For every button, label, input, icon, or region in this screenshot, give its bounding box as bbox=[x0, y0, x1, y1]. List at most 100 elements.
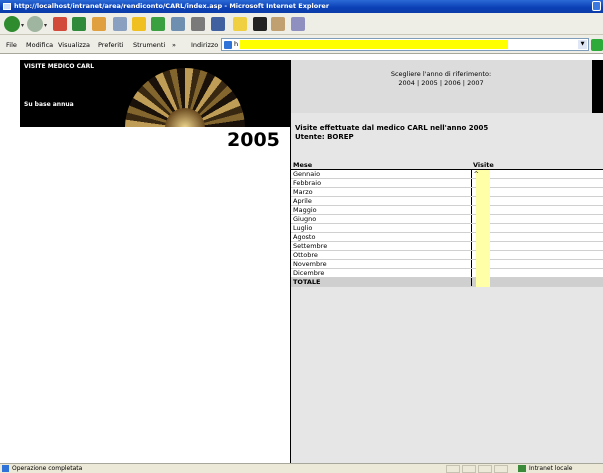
total-row: TOTALE bbox=[291, 277, 603, 287]
security-zone: Intranet locale bbox=[529, 465, 573, 472]
month-cell: Agosto bbox=[291, 232, 472, 242]
visits-cell bbox=[471, 205, 603, 215]
address-highlight bbox=[240, 40, 508, 49]
forward-dropdown-icon[interactable]: ▾ bbox=[44, 22, 47, 29]
banner: VISITE MEDICO CARL Su base annua bbox=[20, 60, 290, 127]
visits-table: Mese Visite Gennaio ^ Febbraio Marzo Aprile M… bbox=[291, 161, 603, 287]
visits-cell bbox=[471, 187, 603, 197]
page-icon bbox=[224, 41, 232, 49]
table-row: Febbraio bbox=[291, 178, 603, 188]
menu-strumenti[interactable]: Strumenti bbox=[133, 41, 165, 49]
year-link-2006[interactable]: 2006 bbox=[444, 79, 461, 87]
visits-highlight bbox=[475, 278, 490, 287]
status-pane bbox=[462, 465, 476, 473]
mail-icon[interactable] bbox=[171, 17, 185, 31]
year-link-2005[interactable]: 2005 bbox=[421, 79, 438, 87]
minimize-button[interactable] bbox=[592, 1, 601, 11]
address-label: Indirizzo bbox=[191, 41, 219, 49]
menu-bar: File Modifica Visualizza Preferiti Strum… bbox=[0, 35, 603, 54]
menu-file[interactable]: File bbox=[6, 41, 17, 49]
table-row: Gennaio ^ bbox=[291, 169, 603, 179]
edit-icon[interactable] bbox=[211, 17, 225, 31]
year-separator: | bbox=[439, 79, 443, 87]
visits-cell bbox=[471, 241, 603, 251]
month-cell: Dicembre bbox=[291, 268, 472, 278]
total-cell bbox=[471, 277, 603, 287]
report-user: Utente: BOREP bbox=[295, 133, 354, 141]
forward-icon[interactable] bbox=[27, 16, 43, 32]
go-icon[interactable] bbox=[591, 39, 603, 51]
visits-cell: ^ bbox=[471, 169, 603, 179]
table-row: Maggio bbox=[291, 205, 603, 215]
history-icon[interactable] bbox=[151, 17, 165, 31]
menu-visualizza[interactable]: Visualizza bbox=[58, 41, 90, 49]
messenger-icon[interactable] bbox=[291, 17, 305, 31]
address-bar[interactable]: h ▼ bbox=[221, 38, 589, 51]
toolbar: ▾ ▾ bbox=[0, 13, 603, 35]
intranet-zone-icon bbox=[518, 465, 526, 472]
month-cell: Luglio bbox=[291, 223, 472, 233]
table-row: Luglio bbox=[291, 223, 603, 233]
address-input[interactable]: h bbox=[234, 40, 238, 48]
research-icon[interactable] bbox=[271, 17, 285, 31]
year-link-2004[interactable]: 2004 bbox=[398, 79, 415, 87]
year-selector-header: Scegliere l'anno di riferimento: 2004 | … bbox=[291, 60, 603, 113]
month-cell: Novembre bbox=[291, 259, 472, 269]
month-cell: Gennaio bbox=[291, 169, 472, 179]
stop-icon[interactable] bbox=[53, 17, 67, 31]
banner-subtitle: Su base annua bbox=[24, 101, 74, 108]
year-link-2007[interactable]: 2007 bbox=[467, 79, 484, 87]
folder-icon[interactable] bbox=[233, 17, 247, 31]
browser-window: http://localhost/intranet/area/rendicont… bbox=[0, 0, 603, 473]
title-bar: http://localhost/intranet/area/rendicont… bbox=[0, 0, 603, 13]
menu-preferiti[interactable]: Preferiti bbox=[98, 41, 123, 49]
total-label: TOTALE bbox=[291, 277, 472, 287]
h-icon[interactable] bbox=[253, 17, 267, 31]
address-dropdown-icon[interactable]: ▼ bbox=[578, 40, 587, 49]
visits-cell bbox=[471, 259, 603, 269]
back-dropdown-icon[interactable]: ▾ bbox=[21, 22, 24, 29]
status-page-icon bbox=[2, 465, 9, 472]
month-cell: Maggio bbox=[291, 205, 472, 215]
report-panel: Scegliere l'anno di riferimento: 2004 | … bbox=[290, 60, 603, 463]
refresh-icon[interactable] bbox=[72, 17, 86, 31]
status-pane bbox=[494, 465, 508, 473]
table-row: Agosto bbox=[291, 232, 603, 242]
home-icon[interactable] bbox=[92, 17, 106, 31]
column-header-visite: Visite bbox=[471, 161, 603, 170]
window-title: http://localhost/intranet/area/rendicont… bbox=[14, 2, 330, 10]
year-links: 2004 | 2005 | 2006 | 2007 bbox=[291, 79, 591, 87]
table-row: Giugno bbox=[291, 214, 603, 224]
selected-year: 2005 bbox=[227, 129, 280, 151]
status-pane bbox=[446, 465, 460, 473]
search-icon[interactable] bbox=[113, 17, 127, 31]
month-cell: Marzo bbox=[291, 187, 472, 197]
menu-overflow-chevron[interactable]: » bbox=[172, 41, 176, 49]
month-cell: Giugno bbox=[291, 214, 472, 224]
month-cell: Febbraio bbox=[291, 178, 472, 188]
visits-cell bbox=[471, 268, 603, 278]
table-row: Marzo bbox=[291, 187, 603, 197]
column-header-mese: Mese bbox=[291, 161, 471, 170]
year-separator: | bbox=[462, 79, 465, 87]
month-cell: Settembre bbox=[291, 241, 472, 251]
status-pane bbox=[478, 465, 492, 473]
favorites-icon[interactable] bbox=[132, 17, 146, 31]
back-icon[interactable] bbox=[4, 16, 20, 32]
month-cell: Ottobre bbox=[291, 250, 472, 260]
visits-cell bbox=[471, 223, 603, 233]
banner-title: VISITE MEDICO CARL bbox=[24, 63, 95, 70]
report-heading: Visite effettuate dal medico CARL nell'a… bbox=[295, 124, 489, 132]
table-row: Novembre bbox=[291, 259, 603, 269]
menu-modifica[interactable]: Modifica bbox=[26, 41, 53, 49]
year-select-label: Scegliere l'anno di riferimento: bbox=[390, 70, 492, 78]
visits-cell bbox=[471, 196, 603, 206]
table-row: Ottobre bbox=[291, 250, 603, 260]
year-separator: | bbox=[416, 79, 420, 87]
ie-icon bbox=[3, 3, 11, 10]
print-icon[interactable] bbox=[191, 17, 205, 31]
visits-cell bbox=[471, 232, 603, 242]
table-row: Settembre bbox=[291, 241, 603, 251]
table-row: Aprile bbox=[291, 196, 603, 206]
table-row: Dicembre bbox=[291, 268, 603, 278]
